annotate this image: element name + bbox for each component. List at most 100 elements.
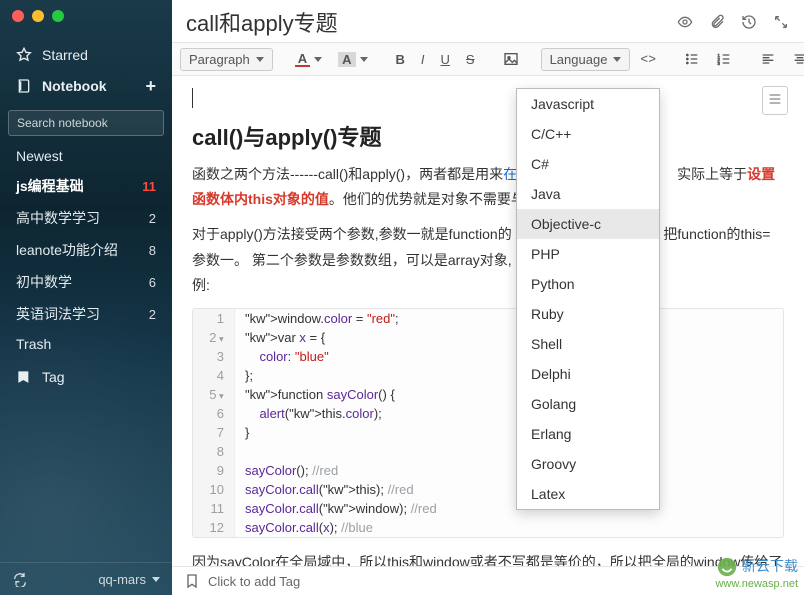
editor-toolbar: Paragraph A A B I U S Language <> 123: [172, 42, 804, 76]
ol-icon: 123: [716, 51, 732, 67]
language-menu-item[interactable]: Python: [517, 269, 659, 299]
sidebar-notebook[interactable]: Notebook +: [10, 70, 162, 102]
text-cursor: [192, 88, 193, 108]
attachment-icon[interactable]: [708, 13, 726, 31]
language-menu-item[interactable]: Shell: [517, 329, 659, 359]
language-menu-item[interactable]: Delphi: [517, 359, 659, 389]
notebook-icon: [16, 78, 32, 94]
code-line: 2"kw">var x = {: [193, 328, 783, 347]
align-left-button[interactable]: [754, 47, 782, 71]
title-actions: [676, 13, 790, 31]
language-menu-item[interactable]: Golang: [517, 389, 659, 419]
notebook-name: 英语词法学习: [16, 304, 100, 324]
minimize-window-button[interactable]: [32, 10, 44, 22]
ol-button[interactable]: 123: [710, 47, 738, 71]
language-menu: JavascriptC/C++C#JavaObjective-cPHPPytho…: [516, 88, 660, 510]
outline-button[interactable]: [762, 86, 788, 115]
chevron-down-icon: [152, 577, 160, 582]
sidebar-notebook-item[interactable]: js编程基础 11: [6, 170, 166, 202]
sidebar-notebook-label: Notebook: [42, 78, 107, 94]
language-menu-item[interactable]: Ruby: [517, 299, 659, 329]
search-input[interactable]: [8, 110, 164, 136]
code-line: 7}: [193, 423, 783, 442]
expand-icon[interactable]: [772, 13, 790, 31]
maximize-window-button[interactable]: [52, 10, 64, 22]
add-notebook-button[interactable]: +: [145, 77, 156, 95]
note-title[interactable]: call和apply专题: [186, 6, 666, 38]
notebook-name: 初中数学: [16, 272, 72, 292]
code-line: 4};: [193, 366, 783, 385]
svg-text:3: 3: [717, 61, 720, 66]
doc-paragraph-3: 因为sayColor在全局域中，所以this和window或者不写都是等价的，所…: [192, 550, 784, 566]
sidebar-notebook-item[interactable]: Newest: [6, 142, 166, 170]
language-dropdown[interactable]: Language: [541, 48, 631, 71]
code-block: 1"kw">window.color = "red";2"kw">var x =…: [192, 308, 784, 538]
sidebar-starred-label: Starred: [42, 47, 88, 63]
strike-button[interactable]: S: [460, 49, 481, 70]
paragraph-dropdown[interactable]: Paragraph: [180, 48, 273, 71]
language-menu-item[interactable]: C#: [517, 149, 659, 179]
code-line: 5"kw">function sayColor() {: [193, 385, 783, 404]
ul-icon: [684, 51, 700, 67]
sidebar-footer: qq-mars: [0, 562, 172, 595]
language-menu-item[interactable]: Javascript: [517, 89, 659, 119]
italic-button[interactable]: I: [415, 49, 431, 70]
history-icon[interactable]: [740, 13, 758, 31]
sidebar-notebook-item[interactable]: 英语词法学习2: [6, 298, 166, 330]
add-tag-button[interactable]: Click to add Tag: [208, 574, 300, 589]
code-line: 3 color: "blue": [193, 347, 783, 366]
notebook-search: [8, 110, 164, 136]
sidebar-username[interactable]: qq-mars: [98, 572, 146, 587]
ul-button[interactable]: [678, 47, 706, 71]
sidebar-notebook-item[interactable]: 初中数学6: [6, 266, 166, 298]
text-color-button[interactable]: A: [289, 48, 328, 71]
chevron-down-icon: [314, 57, 322, 62]
sync-icon[interactable]: [12, 571, 28, 587]
code-line: 8: [193, 442, 783, 461]
highlight-button[interactable]: A: [332, 48, 373, 71]
sidebar-starred[interactable]: Starred: [10, 40, 162, 70]
notebook-name: Newest: [16, 148, 63, 164]
sidebar-notebook-item[interactable]: Trash: [6, 330, 166, 358]
window-controls: [0, 0, 172, 36]
notebook-count: 8: [149, 243, 156, 258]
language-menu-item[interactable]: PHP: [517, 239, 659, 269]
note-footer: Click to add Tag: [172, 566, 804, 595]
doc-paragraph-2: 对于apply()方法接受两个参数,参数一就是function的 把functi…: [192, 222, 784, 298]
notebook-count: 2: [149, 211, 156, 226]
sidebar-tag[interactable]: Tag: [10, 362, 162, 392]
language-menu-item[interactable]: C/C++: [517, 119, 659, 149]
language-menu-item[interactable]: Erlang: [517, 419, 659, 449]
notebook-count: 11: [142, 179, 156, 194]
chevron-down-icon: [360, 57, 368, 62]
notebook-name: js编程基础: [16, 176, 84, 196]
star-icon: [16, 47, 32, 63]
language-menu-item[interactable]: Groovy: [517, 449, 659, 479]
image-icon: [503, 51, 519, 67]
code-button[interactable]: <>: [634, 49, 662, 70]
bookmark-icon: [184, 573, 200, 589]
tag-icon: [16, 369, 32, 385]
sidebar-notebook-item[interactable]: leanote功能介绍 8: [6, 234, 166, 266]
underline-button[interactable]: U: [435, 49, 456, 70]
code-line: 10sayColor.call("kw">this); //red: [193, 480, 783, 499]
sidebar-tag-label: Tag: [42, 369, 65, 385]
code-line: 11sayColor.call("kw">window); //red: [193, 499, 783, 518]
titlebar: call和apply专题: [172, 0, 804, 42]
sidebar-notebook-item[interactable]: 高中数学学习2: [6, 202, 166, 234]
align-center-button[interactable]: [786, 47, 804, 71]
preview-icon[interactable]: [676, 13, 694, 31]
bold-button[interactable]: B: [390, 49, 411, 70]
close-window-button[interactable]: [12, 10, 24, 22]
language-menu-item[interactable]: Latex: [517, 479, 659, 509]
language-menu-item[interactable]: Java: [517, 179, 659, 209]
sidebar: Starred Notebook + Newest js编程基础 11 高中数学学习2…: [0, 0, 172, 595]
image-button[interactable]: [497, 47, 525, 71]
chevron-down-icon: [613, 57, 621, 62]
align-left-icon: [760, 51, 776, 67]
language-menu-item[interactable]: Objective-c: [517, 209, 659, 239]
code-line: 1"kw">window.color = "red";: [193, 309, 783, 328]
notebook-name: leanote功能介绍: [16, 240, 118, 260]
editor-body[interactable]: call()与apply()专题 函数之两个方法------call()和app…: [172, 76, 804, 566]
notebook-name: Trash: [16, 336, 51, 352]
